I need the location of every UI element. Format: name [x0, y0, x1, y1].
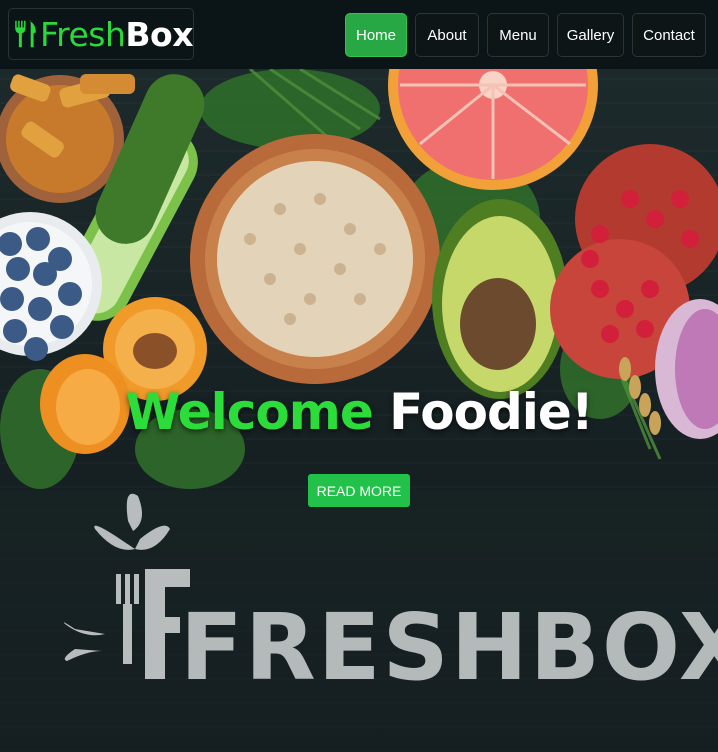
read-more-button[interactable]: READ MORE — [308, 474, 410, 507]
hero-heading: Welcome Foodie! — [0, 383, 718, 441]
brand-logo[interactable]: Fresh Box — [8, 8, 194, 60]
nav-gallery[interactable]: Gallery — [557, 13, 624, 57]
brand-fresh-text: Fresh — [40, 14, 126, 54]
hero-heading-welcome: Welcome — [125, 383, 373, 441]
brand-box-text: Box — [125, 14, 193, 54]
freshbox-logo-text: FRESHBOX — [180, 594, 718, 701]
nav-about[interactable]: About — [415, 13, 479, 57]
nav-contact[interactable]: Contact — [632, 13, 706, 57]
navbar: Fresh Box Home About Menu Gallery Contact — [0, 0, 718, 69]
hero-section: FRESHBOX Welcome Foodie! READ MORE — [0, 69, 718, 752]
fork-knife-icon — [15, 20, 36, 48]
nav-home[interactable]: Home — [345, 13, 407, 57]
hero-heading-foodie: Foodie! — [389, 383, 593, 441]
nav-menu[interactable]: Menu — [487, 13, 549, 57]
